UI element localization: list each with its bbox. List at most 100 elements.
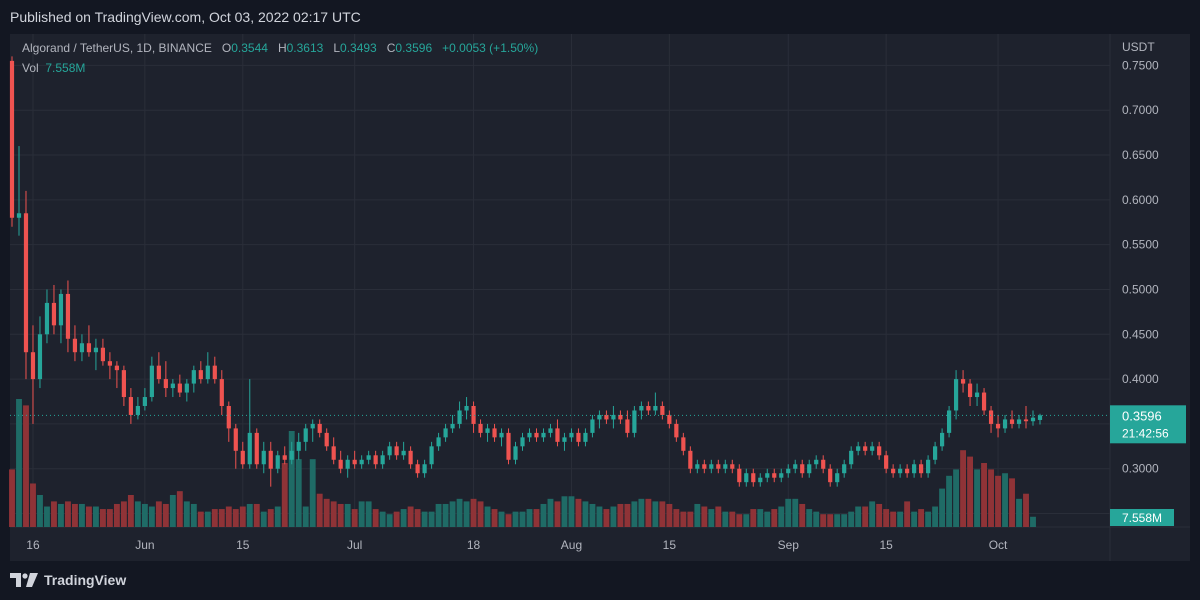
candle-up [939, 432, 945, 447]
volume-bar [1002, 473, 1008, 527]
candle-up [275, 455, 280, 469]
low-value: 0.3493 [340, 41, 377, 55]
candle-down [65, 293, 71, 339]
volume-bar [260, 511, 267, 527]
volume-bar [491, 509, 498, 527]
candle-down [394, 446, 399, 456]
candle-down [121, 370, 126, 398]
volume-bar [9, 469, 15, 527]
candle-down [212, 365, 217, 380]
volume-bar [694, 503, 701, 527]
volume-legend: Vol 7.558M [22, 61, 85, 75]
volume-bar [1009, 478, 1015, 527]
volume-bar [953, 469, 960, 527]
volume-bar [813, 511, 820, 527]
volume-bar [995, 475, 1001, 527]
volume-bar [134, 501, 141, 527]
volume-bar [533, 509, 540, 527]
candle-down [1023, 419, 1029, 422]
volume-bar [274, 506, 281, 527]
volume-bar [932, 506, 939, 527]
candle-up [849, 450, 854, 465]
symbol-name[interactable]: Algorand / TetherUS, 1D, BINANCE [22, 41, 212, 55]
candle-up [583, 432, 588, 442]
volume-bar [505, 514, 512, 527]
candle-up [310, 423, 315, 429]
volume-bar [540, 503, 547, 527]
x-tick-label: Sep [778, 538, 800, 552]
symbol-legend: Algorand / TetherUS, 1D, BINANCE O0.3544… [22, 41, 538, 55]
volume-bar [155, 501, 162, 527]
candle-down [772, 473, 777, 478]
candle-up [765, 473, 770, 478]
candle-down [492, 428, 497, 438]
candle-down [506, 432, 511, 460]
volume-bar [421, 511, 428, 527]
volume-bar [428, 511, 435, 527]
volume-bar [848, 511, 855, 527]
volume-bar [316, 493, 323, 527]
candle-up [926, 459, 931, 474]
candle-down [226, 405, 231, 429]
candle-down [254, 432, 259, 465]
candle-down [905, 468, 910, 474]
candle-down [86, 343, 92, 353]
volume-bar [456, 498, 463, 527]
change-value: +0.0053 (+1.50%) [442, 41, 539, 55]
candle-up [261, 450, 266, 465]
volume-bar [337, 503, 344, 527]
volume-bar [127, 495, 134, 527]
candle-down [373, 455, 378, 465]
candle-up [184, 383, 189, 393]
volume-bar [407, 506, 414, 527]
candle-down [981, 392, 987, 411]
high-value: 0.3613 [286, 41, 324, 55]
candle-down [988, 410, 994, 424]
volume-bar [344, 503, 351, 527]
volume-bar [225, 506, 232, 527]
candle-down [163, 379, 168, 389]
candle-down [219, 379, 224, 406]
volume-bar [176, 491, 183, 527]
candlestick-chart[interactable]: 0.7500 0.7000 0.6500 0.6000 0.5500 0.5000 0.45… [0, 0, 1200, 600]
candle-up [946, 410, 952, 433]
candle-up [401, 450, 406, 456]
volume-bar [16, 399, 22, 527]
candle-up [870, 446, 875, 451]
volume-bar [512, 511, 519, 527]
volume-bar [400, 509, 407, 527]
volume-bar [197, 511, 204, 527]
volume-bar [841, 514, 848, 527]
candle-up [639, 405, 644, 411]
y-axis-unit-label: USDT [1122, 40, 1155, 54]
candle-down [660, 405, 665, 415]
candle-up [366, 455, 371, 460]
volume-bar [736, 514, 743, 527]
volume-bar [253, 503, 260, 527]
volume-bar [309, 459, 316, 527]
volume-bar [379, 511, 386, 527]
candle-up [499, 432, 504, 438]
candle-down [352, 459, 357, 465]
volume-bar [183, 501, 190, 527]
volume-bar [281, 463, 288, 527]
open-label: O [221, 41, 232, 55]
last-volume-label: 7.558M [1122, 511, 1162, 525]
candle-up [695, 464, 700, 469]
bottom-bar [0, 561, 1200, 600]
volume-bar [365, 501, 372, 527]
volume-bar [785, 498, 792, 527]
candle-up [429, 446, 434, 465]
candle-up [835, 473, 840, 483]
x-tick-label: Aug [561, 538, 582, 552]
candle-down [646, 405, 651, 411]
x-tick-label: 18 [467, 538, 481, 552]
volume-bar [638, 498, 645, 527]
candle-up [79, 343, 85, 353]
candle-up [58, 293, 64, 326]
candle-down [877, 446, 882, 456]
tradingview-brand[interactable]: TradingView [10, 572, 126, 588]
volume-bar [645, 498, 652, 527]
volume-bar [589, 503, 596, 527]
volume-bar [799, 503, 806, 527]
